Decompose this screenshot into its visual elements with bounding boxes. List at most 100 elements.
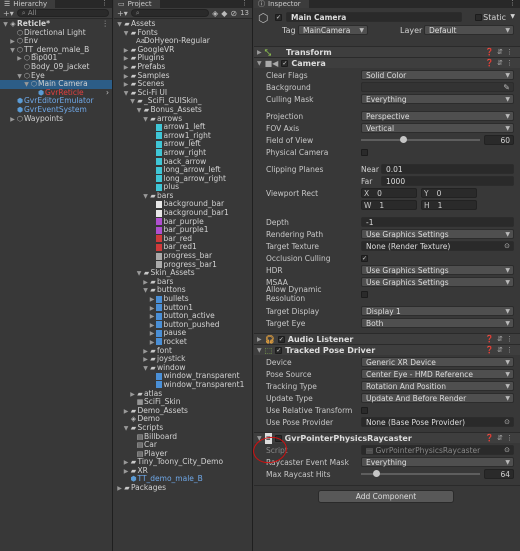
- project-item[interactable]: ▶ ▰Tiny_Toony_City_Demo: [114, 457, 252, 467]
- fov-slider[interactable]: [361, 136, 480, 143]
- hierarchy-tab[interactable]: ☰ Hierarchy: [0, 0, 56, 8]
- audio-listener-header[interactable]: ▶ 🎧︎ ✓ Audio Listener ❓⇵⋮: [254, 333, 520, 344]
- viewport-h-field[interactable]: H1: [421, 200, 477, 210]
- project-item[interactable]: ▶ ▰Demo_Assets: [114, 406, 252, 416]
- fov-value-field[interactable]: 60: [484, 135, 514, 145]
- object-picker-icon[interactable]: ⊙: [504, 418, 510, 427]
- project-item[interactable]: ▶ ▰Scenes: [114, 79, 252, 89]
- rendering-path-dropdown[interactable]: Use Graphics Settings ▼: [361, 229, 514, 239]
- project-item[interactable]: AaDoHyeon-Regular: [114, 36, 252, 46]
- projection-dropdown[interactable]: Perspective ▼: [361, 111, 514, 121]
- project-item[interactable]: ▶ ▰GoogleVR: [114, 45, 252, 55]
- hierarchy-item[interactable]: ⬡Body_09_jacket: [0, 62, 112, 72]
- project-item[interactable]: window_transparent1: [114, 380, 252, 390]
- viewport-y-field[interactable]: Y0: [421, 188, 477, 198]
- project-item[interactable]: long_arrow_right: [114, 174, 252, 184]
- project-item[interactable]: plus: [114, 182, 252, 192]
- filter-label-icon[interactable]: ◆: [221, 9, 227, 18]
- fov-axis-dropdown[interactable]: Vertical ▼: [361, 123, 514, 133]
- project-tab[interactable]: ▭ Project: [114, 0, 160, 8]
- project-item[interactable]: ▼ ▰Skin_Assets: [114, 268, 252, 278]
- hierarchy-item[interactable]: ⬡Directional Light: [0, 28, 112, 38]
- panel-menu-icon[interactable]: ⋮: [241, 0, 248, 7]
- add-component-button[interactable]: Add Component: [318, 490, 454, 503]
- more-icon[interactable]: ⋮: [102, 19, 110, 29]
- project-item[interactable]: ▼ ▰Scripts: [114, 423, 252, 433]
- project-item[interactable]: ▶ rocket: [114, 337, 252, 347]
- create-plus-icon[interactable]: +▾: [117, 9, 128, 18]
- target-eye-dropdown[interactable]: Both ▼: [361, 318, 514, 328]
- msaa-dropdown[interactable]: Use Graphics Settings ▼: [361, 277, 514, 287]
- camera-header[interactable]: ▼ ■◀ ✓ Camera ❓⇵⋮: [254, 57, 520, 68]
- update-type-dropdown[interactable]: Update And Before Render ▼: [361, 393, 514, 403]
- device-label: Device: [266, 357, 292, 367]
- layer-dropdown[interactable]: Default ▼: [424, 25, 514, 35]
- component-menu-icons[interactable]: ❓⇵⋮: [485, 47, 516, 58]
- inspector-tab[interactable]: ⓘ Inspector: [254, 0, 309, 8]
- audio-listener-enabled-checkbox[interactable]: ✓: [277, 335, 285, 343]
- target-texture-field[interactable]: None (Render Texture) ⊙: [361, 241, 514, 251]
- tracked-pose-enabled-checkbox[interactable]: ✓: [275, 346, 283, 354]
- project-item[interactable]: ▤Billboard: [114, 432, 252, 442]
- component-menu-icons[interactable]: ❓⇵⋮: [485, 433, 516, 444]
- component-menu-icons[interactable]: ❓⇵⋮: [485, 58, 516, 69]
- physical-camera-checkbox[interactable]: [361, 148, 368, 156]
- raycaster-header[interactable]: ▼ ≡ GvrPointerPhysicsRaycaster ❓⇵⋮: [254, 432, 520, 444]
- project-item[interactable]: ▶ ▰Prefabs: [114, 62, 252, 72]
- hdr-dropdown[interactable]: Use Graphics Settings ▼: [361, 265, 514, 275]
- near-field[interactable]: 0.01: [381, 164, 514, 174]
- chevron-right-icon[interactable]: ›: [106, 88, 109, 98]
- chevron-right-icon[interactable]: ▶: [9, 116, 16, 125]
- viewport-x-field[interactable]: X0: [361, 188, 417, 198]
- eyedropper-icon[interactable]: ✎: [503, 83, 510, 92]
- pose-source-dropdown[interactable]: Center Eye - HMD Reference ▼: [361, 369, 514, 379]
- pose-provider-field[interactable]: None (Base Pose Provider) ⊙: [361, 417, 514, 427]
- project-item[interactable]: ▼ ▰Assets: [114, 19, 252, 29]
- chevron-down-icon[interactable]: ▼: [510, 13, 515, 20]
- project-item[interactable]: ▶ ▰atlas: [114, 389, 252, 399]
- viewport-w-field[interactable]: W1: [361, 200, 417, 210]
- far-field[interactable]: 1000: [381, 176, 514, 186]
- target-display-dropdown[interactable]: Display 1 ▼: [361, 306, 514, 316]
- clear-flags-dropdown[interactable]: Solid Color ▼: [361, 70, 514, 80]
- culling-mask-dropdown[interactable]: Everything ▼: [361, 94, 514, 104]
- object-picker-icon[interactable]: ⊙: [504, 242, 510, 251]
- allow-dynamic-resolution-checkbox[interactable]: [361, 290, 368, 298]
- component-menu-icons[interactable]: ❓⇵⋮: [485, 345, 516, 356]
- project-search-input[interactable]: ⌕: [130, 9, 210, 17]
- fov-slider-knob[interactable]: [400, 136, 408, 143]
- transform-header[interactable]: ▶ ⤡ Transform ❓⇵⋮: [254, 46, 520, 57]
- component-menu-icons[interactable]: ❓⇵⋮: [485, 334, 516, 345]
- camera-enabled-checkbox[interactable]: ✓: [281, 59, 289, 67]
- panel-menu-icon[interactable]: ⋮: [101, 0, 108, 7]
- create-plus-icon[interactable]: +▾: [3, 9, 14, 18]
- project-item[interactable]: ▶ ▰Packages: [114, 483, 252, 494]
- tracking-type-dropdown[interactable]: Rotation And Position ▼: [361, 381, 514, 391]
- occlusion-culling-checkbox[interactable]: ✓: [361, 254, 368, 262]
- tracked-pose-header[interactable]: ▼ ⬚ ✓ Tracked Pose Driver ❓⇵⋮: [254, 344, 520, 355]
- tag-dropdown[interactable]: MainCamera ▼: [298, 25, 368, 35]
- project-item[interactable]: ▶ ▰Plugins: [114, 54, 252, 63]
- hierarchy-item[interactable]: ▶ ⬡Waypoints: [0, 114, 112, 125]
- project-item[interactable]: ▤Car: [114, 440, 252, 450]
- background-color-field[interactable]: ✎: [361, 82, 514, 92]
- depth-field[interactable]: -1: [361, 217, 514, 227]
- search-icon: ⌕: [21, 9, 26, 17]
- filter-type-icon[interactable]: ◈: [212, 9, 218, 18]
- event-mask-dropdown[interactable]: Everything ▼: [361, 457, 514, 467]
- static-checkbox[interactable]: [475, 14, 482, 21]
- panel-menu-icon[interactable]: ⋮: [509, 0, 516, 7]
- hierarchy-search-input[interactable]: ⌕ All: [16, 9, 109, 17]
- project-item[interactable]: ◈Demo: [114, 415, 252, 424]
- object-name-field[interactable]: Main Camera: [286, 12, 462, 22]
- max-hits-slider[interactable]: [361, 470, 480, 477]
- project-item[interactable]: ▶ ▰Samples: [114, 71, 252, 81]
- use-relative-transform-checkbox[interactable]: [361, 406, 368, 414]
- max-hits-slider-knob[interactable]: [372, 470, 380, 477]
- active-checkbox[interactable]: ✓: [275, 14, 282, 21]
- project-item[interactable]: ▼ ▰Bonus_Assets: [114, 105, 252, 115]
- chevron-right-icon[interactable]: ▶: [116, 485, 123, 494]
- max-hits-value-field[interactable]: 64: [484, 469, 514, 479]
- visibility-icon[interactable]: ⊘: [230, 9, 237, 18]
- device-dropdown[interactable]: Generic XR Device ▼: [361, 357, 514, 367]
